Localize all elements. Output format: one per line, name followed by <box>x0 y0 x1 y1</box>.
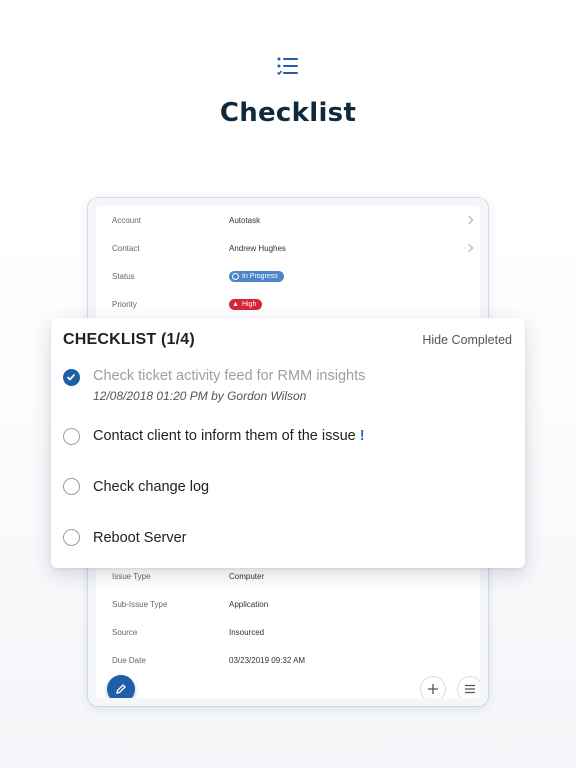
flame-icon: ▲ <box>232 300 239 308</box>
checklist-icon <box>277 57 298 76</box>
field-label: Priority <box>112 299 137 309</box>
checklist-title: CHECKLIST (1/4) <box>63 331 195 348</box>
checkmark-icon <box>66 373 76 381</box>
checklist-item[interactable]: Check ticket activity feed for RMM insig… <box>63 368 513 408</box>
priority-badge-wrap: ▲ High <box>229 298 263 310</box>
field-value: Computer <box>229 571 265 581</box>
field-row-priority[interactable]: Priority ▲ High <box>96 290 480 318</box>
edit-button[interactable] <box>107 675 135 698</box>
field-label: Source <box>112 627 138 637</box>
field-value: Autotask <box>229 215 261 225</box>
pencil-icon <box>116 684 126 694</box>
status-badge: In Progress <box>229 270 284 282</box>
important-icon: ! <box>359 428 365 444</box>
priority-badge-label: High <box>241 300 257 308</box>
plus-icon <box>428 684 438 694</box>
checklist-item-text: Check ticket activity feed for RMM insig… <box>93 368 366 384</box>
field-value: Application <box>229 599 269 609</box>
field-row-due-date[interactable]: Due Date 03/23/2019 09:32 AM <box>96 646 480 674</box>
status-badge-label: In Progress <box>242 272 278 280</box>
field-label: Contact <box>112 243 140 253</box>
field-value: Insourced <box>229 627 265 637</box>
add-button[interactable] <box>420 676 446 698</box>
field-label: Due Date <box>112 655 146 665</box>
field-label: Status <box>112 271 135 281</box>
field-value: 03/23/2019 09:32 AM <box>229 655 306 665</box>
field-row-sub-issue-type[interactable]: Sub-Issue Type Application <box>96 590 480 618</box>
chevron-right-icon <box>464 215 474 225</box>
checklist-item-meta: 12/08/2018 01:20 PM by Gordon Wilson <box>93 389 307 403</box>
menu-icon <box>465 684 475 694</box>
chevron-right-icon <box>464 243 474 253</box>
checklist-item-text-wrap: Contact client to inform them of the iss… <box>93 428 365 444</box>
checklist-item-text: Contact client to inform them of the iss… <box>93 428 356 444</box>
checklist-item[interactable]: Contact client to inform them of the iss… <box>63 427 513 449</box>
field-row-account[interactable]: Account Autotask <box>96 206 480 234</box>
field-value: Andrew Hughes <box>229 243 286 253</box>
field-label: Sub-Issue Type <box>112 599 168 609</box>
checklist-item[interactable]: Reboot Server <box>63 529 513 551</box>
field-label: Issue Type <box>112 571 151 581</box>
checklist-item-text: Reboot Server <box>93 530 187 546</box>
checklist-item-text: Check change log <box>93 479 210 495</box>
checklist-item[interactable]: Check change log <box>63 478 513 500</box>
checkbox-unchecked[interactable] <box>63 478 80 495</box>
field-row-source[interactable]: Source Insourced <box>96 618 480 646</box>
page-title: Checklist <box>219 98 357 128</box>
menu-button[interactable] <box>457 676 480 698</box>
progress-icon <box>232 272 239 280</box>
status-badge-wrap: In Progress <box>229 270 284 282</box>
field-label: Account <box>112 215 141 225</box>
hide-completed-button[interactable]: Hide Completed <box>422 333 512 347</box>
field-row-contact[interactable]: Contact Andrew Hughes <box>96 234 480 262</box>
priority-badge: ▲ High <box>229 298 263 310</box>
checkbox-unchecked[interactable] <box>63 428 80 445</box>
checklist-card: CHECKLIST (1/4) Hide Completed Check tic… <box>51 318 525 568</box>
checkbox-checked[interactable] <box>63 369 80 386</box>
field-row-status[interactable]: Status In Progress <box>96 262 480 290</box>
checkbox-unchecked[interactable] <box>63 529 80 546</box>
